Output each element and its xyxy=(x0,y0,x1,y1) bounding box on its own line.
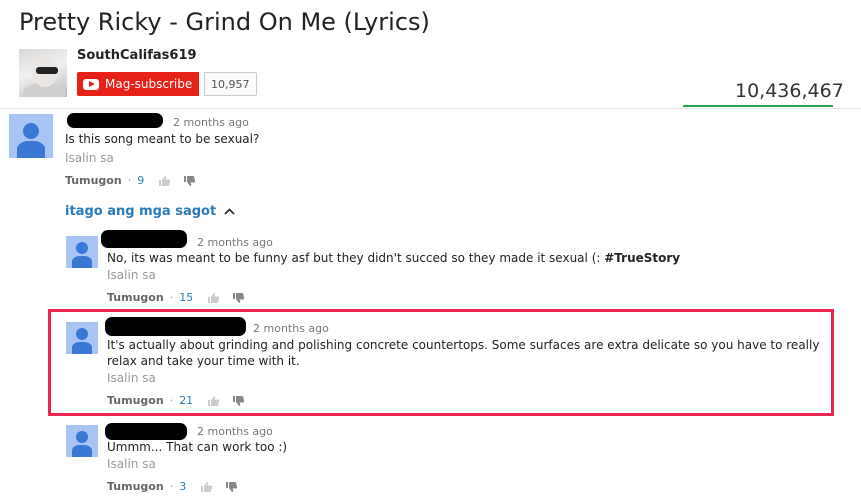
thumbs-down-icon[interactable] xyxy=(232,292,245,304)
translate-link[interactable]: Isalin sa xyxy=(107,457,156,471)
channel-avatar[interactable] xyxy=(19,49,67,97)
like-ratio-bar xyxy=(683,105,833,107)
divider xyxy=(0,108,861,109)
hide-replies-toggle[interactable]: itago ang mga sagot xyxy=(65,204,235,219)
comment-time[interactable]: 2 months ago xyxy=(173,116,249,129)
like-count: 3 xyxy=(179,480,187,493)
reply-button[interactable]: Tumugon xyxy=(107,394,164,407)
comment-actions: Tumugon · 9 xyxy=(65,174,208,187)
translate-link[interactable]: Isalin sa xyxy=(107,371,156,385)
redacted-username xyxy=(105,423,187,440)
video-title: Pretty Ricky - Grind On Me (Lyrics) xyxy=(19,8,430,36)
subscriber-count: 10,957 xyxy=(204,72,257,96)
reply-text: No, its was meant to be funny asf but th… xyxy=(107,251,681,265)
default-avatar-icon[interactable] xyxy=(66,322,98,354)
default-avatar-icon[interactable] xyxy=(9,114,53,158)
channel-name[interactable]: SouthCalifas619 xyxy=(77,48,197,63)
separator-dot: · xyxy=(169,291,174,304)
separator-dot: · xyxy=(169,394,174,407)
default-avatar-icon[interactable] xyxy=(66,425,98,457)
reply-text: It's actually about grinding and polishi… xyxy=(107,338,820,368)
hide-replies-label: itago ang mga sagot xyxy=(65,204,217,219)
hashtag-link[interactable]: #TrueStory xyxy=(604,251,680,265)
view-count: 10,436,467 xyxy=(735,80,844,102)
thumbs-up-icon[interactable] xyxy=(207,395,220,407)
reply-button[interactable]: Tumugon xyxy=(107,291,164,304)
youtube-logo-icon xyxy=(83,78,99,90)
subscribe-button[interactable]: Mag-subscribe xyxy=(77,72,200,96)
reply-time[interactable]: 2 months ago xyxy=(197,425,273,438)
default-avatar-icon[interactable] xyxy=(66,236,98,268)
like-count: 15 xyxy=(179,291,194,304)
thumbs-up-icon[interactable] xyxy=(200,481,213,493)
thumbs-up-icon[interactable] xyxy=(207,292,220,304)
reply-time[interactable]: 2 months ago xyxy=(197,236,273,249)
chevron-up-icon xyxy=(224,208,235,215)
reply-time[interactable]: 2 months ago xyxy=(253,322,329,335)
redacted-username xyxy=(101,230,187,248)
translate-link[interactable]: Isalin sa xyxy=(65,151,114,165)
thumbs-down-icon[interactable] xyxy=(225,481,238,493)
translate-link[interactable]: Isalin sa xyxy=(107,268,156,282)
separator-dot: · xyxy=(127,174,132,187)
reply-button[interactable]: Tumugon xyxy=(107,480,164,493)
reply-button[interactable]: Tumugon xyxy=(65,174,122,187)
redacted-username xyxy=(105,317,246,336)
redacted-username xyxy=(67,113,163,128)
thumbs-down-icon[interactable] xyxy=(232,395,245,407)
like-count: 9 xyxy=(137,174,145,187)
thumbs-up-icon[interactable] xyxy=(158,175,171,187)
subscribe-label: Mag-subscribe xyxy=(105,77,193,91)
reply-actions: Tumugon · 21 xyxy=(107,394,257,407)
thumbs-down-icon[interactable] xyxy=(183,175,196,187)
comment-text: Is this song meant to be sexual? xyxy=(65,132,260,146)
reply-text: Ummm... That can work too :) xyxy=(107,440,288,454)
like-count: 21 xyxy=(179,394,194,407)
separator-dot: · xyxy=(169,480,174,493)
reply-actions: Tumugon · 3 xyxy=(107,480,250,493)
reply-actions: Tumugon · 15 xyxy=(107,291,257,304)
